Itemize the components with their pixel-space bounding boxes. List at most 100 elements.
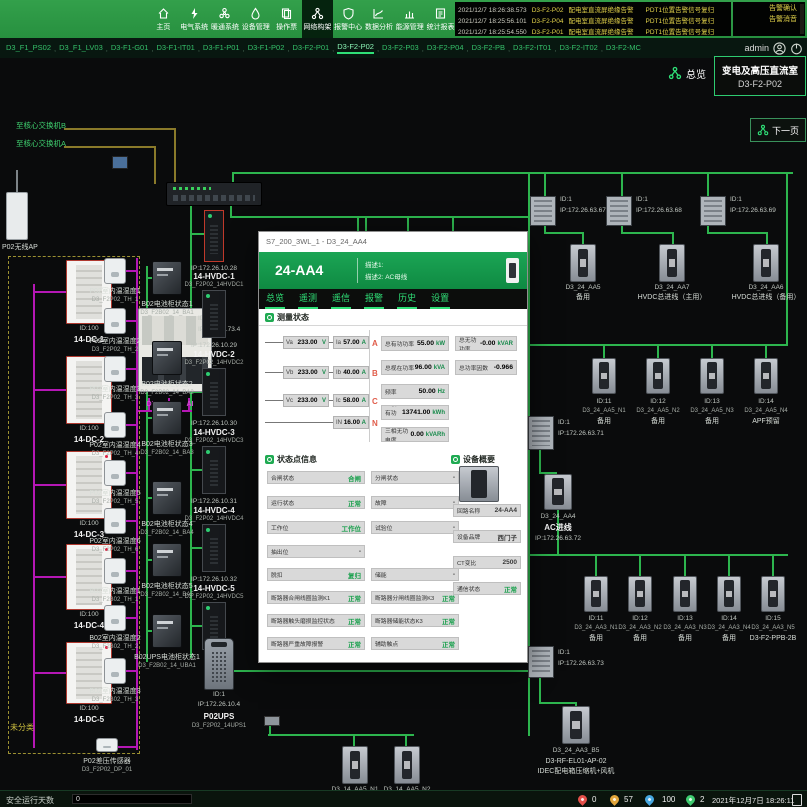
crumb-D3_F1_LV03[interactable]: D3_F1_LV03 <box>59 43 103 53</box>
sensor-D3_F2P02_TH_5[interactable] <box>104 460 126 486</box>
breaker-D3_24_AA3_N1[interactable] <box>584 576 608 612</box>
crumb-D3-F2-IT02[interactable]: D3-F2-IT02 <box>559 43 597 53</box>
nav-item-报警中心[interactable]: 报警中心 <box>333 0 364 38</box>
battery-D3_F2B02_14_BA2[interactable] <box>152 341 182 375</box>
battery-D3_F2B02_14_BA4[interactable] <box>152 481 182 515</box>
crumb-D3_F1_PS02[interactable]: D3_F1_PS02 <box>6 43 51 53</box>
alarm-ticker[interactable]: 2021/12/7 18:26:38.573D3-F2-P02配电室直流屏绝缘告… <box>455 2 731 36</box>
crumb-D3-F2-MC[interactable]: D3-F2-MC <box>606 43 641 53</box>
gateway-IP:172.26.63.73[interactable] <box>528 646 554 678</box>
tab-报警[interactable]: 报警 <box>364 291 384 309</box>
nav-item-暖通系统[interactable]: 暖通系统 <box>210 0 241 38</box>
breaker-D3_24_AA3_B5[interactable] <box>562 706 590 744</box>
sensor-D3_F2P02_TH_2[interactable] <box>104 308 126 334</box>
wireless-ap[interactable] <box>6 192 28 240</box>
ticker-side-button[interactable]: 告警消音 <box>733 13 805 24</box>
nav-item-能源管理[interactable]: 能源管理 <box>394 0 425 38</box>
sensor-D3_F2P02_TH_3[interactable] <box>104 356 126 382</box>
alarm-ticker-side[interactable]: 告警确认告警消音 <box>733 2 805 36</box>
nav-item-网络构架[interactable]: 网络构架 <box>302 0 333 38</box>
tab-历史[interactable]: 历史 <box>397 291 417 309</box>
sensor-D3_F2P02_TH_1[interactable] <box>104 258 126 284</box>
battery-D3_F2B02_14_BA1[interactable] <box>152 261 182 295</box>
crumb-D3-F1-P02[interactable]: D3-F1-P02 <box>248 43 285 53</box>
crumb-separator: , <box>508 44 510 53</box>
metric-unit: Hz <box>438 389 445 395</box>
wire <box>707 232 768 234</box>
ups-D3_F2P02_14UPS1[interactable] <box>204 638 234 690</box>
hvdc-cabinet-14-HVDC-4[interactable] <box>202 524 226 572</box>
battery-D3_F2B02_14_BA5[interactable] <box>152 543 182 577</box>
breaker-D3_24_AA3_N3[interactable] <box>673 576 697 612</box>
tab-总览[interactable]: 总览 <box>265 291 285 309</box>
logout-icon[interactable] <box>790 42 803 55</box>
hvdc-head-cabinet[interactable] <box>204 210 224 262</box>
gateway-IP:172.26.63.67[interactable] <box>530 196 556 226</box>
status-label: 抽出位 <box>271 547 288 556</box>
ticker-scrollbar[interactable] <box>800 4 804 34</box>
alarm-row[interactable]: 2021/12/7 18:25:56.101D3-F2-P04配电室直流屏绝缘告… <box>455 13 731 24</box>
gateway-IP:172.26.63.71[interactable] <box>528 416 554 450</box>
breaker-D3_14_AA5_N1[interactable] <box>342 746 368 784</box>
breaker-D3_24_AA5_N2[interactable] <box>646 358 670 394</box>
sensor-D3_F2B02_TH_3[interactable] <box>104 658 126 684</box>
overview-button[interactable]: 总览 <box>668 62 706 84</box>
sensor-D3_F2P02_DP_01[interactable] <box>96 738 118 752</box>
breaker-D3_24_AA4[interactable] <box>544 474 572 510</box>
breaker-D3_24_AA5[interactable] <box>570 244 596 282</box>
crumb-D3-F2-P02[interactable]: D3-F2-P02 <box>337 42 374 54</box>
nav-item-电气系统[interactable]: 电气系统 <box>179 0 210 38</box>
breaker-D3_24_AA5_N4[interactable] <box>754 358 778 394</box>
current-box: Ic58.00A <box>333 394 369 407</box>
nav-item-统计报表[interactable]: 统计报表 <box>425 0 456 38</box>
sensor-D3_F2P02_TH_4[interactable] <box>104 412 126 438</box>
breaker-D3_24_AA3_N5[interactable] <box>761 576 785 612</box>
crumb-D3-F1-P01[interactable]: D3-F1-P01 <box>203 43 240 53</box>
nav-item-数据分析[interactable]: 数据分析 <box>364 0 395 38</box>
v-label: Vc <box>286 398 293 404</box>
gateway-IP:172.26.63.68[interactable] <box>606 196 632 226</box>
battery-D3_F2B02_14_BA3[interactable] <box>152 401 182 435</box>
core-switch[interactable] <box>166 182 262 206</box>
tab-遥信[interactable]: 遥信 <box>331 291 351 309</box>
battery-D3_F2B02_14_UBA1[interactable] <box>152 614 182 648</box>
sensor-D3_F2B02_TH_2[interactable] <box>104 605 126 631</box>
ups-ip: IP:172.26.10.4 <box>198 702 240 709</box>
sensor-name: P02室内温湿度1 <box>89 288 140 295</box>
nav-item-主页[interactable]: 主页 <box>148 0 179 38</box>
tab-遥测[interactable]: 遥测 <box>298 291 318 309</box>
breaker-D3_24_AA3_N2[interactable] <box>628 576 652 612</box>
alarm-row[interactable]: 2021/12/7 18:26:38.573D3-F2-P02配电室直流屏绝缘告… <box>455 2 731 13</box>
log-icon[interactable] <box>792 794 802 806</box>
nav-item-操作票[interactable]: 操作票 <box>271 0 302 38</box>
alarm-row[interactable]: 2021/12/7 18:25:54.550D3-F2-P01配电室直流屏绝缘告… <box>455 24 731 35</box>
crumb-D3-F1-G01[interactable]: D3-F1-G01 <box>111 43 149 53</box>
room-title-box[interactable]: 变电及高压直流室 D3-F2-P02 <box>714 56 806 96</box>
alarm-pin-icon <box>643 793 656 806</box>
breaker-D3_24_AA5_N3[interactable] <box>700 358 724 394</box>
user-icon[interactable] <box>773 42 786 55</box>
small-module[interactable] <box>112 156 128 169</box>
sensor-D3_F2B02_TH_1[interactable] <box>104 558 126 584</box>
crumb-D3-F2-PB[interactable]: D3-F2-PB <box>472 43 505 53</box>
crumb-D3-F2-P04[interactable]: D3-F2-P04 <box>427 43 464 53</box>
crumb-D3-F2-P03[interactable]: D3-F2-P03 <box>382 43 419 53</box>
crumb-D3-F1-IT01[interactable]: D3-F1-IT01 <box>156 43 194 53</box>
breaker-D3_24_AA3_N4[interactable] <box>717 576 741 612</box>
sensor-D3_F2P02_TH_6[interactable] <box>104 508 126 534</box>
hvdc-cabinet-14-HVDC-3[interactable] <box>202 446 226 494</box>
ticker-side-button[interactable]: 告警确认 <box>733 2 805 13</box>
crumb-D3-F2-IT01[interactable]: D3-F2-IT01 <box>513 43 551 53</box>
next-page-button[interactable]: 下一页 <box>750 118 806 142</box>
nav-item-设备管理[interactable]: 设备管理 <box>240 0 271 38</box>
tab-设置[interactable]: 设置 <box>430 291 450 309</box>
breaker-D3_24_AA6[interactable] <box>753 244 779 282</box>
small-device[interactable] <box>264 716 280 726</box>
hvdc-cabinet-14-HVDC-1[interactable] <box>202 290 226 338</box>
hvdc-cabinet-14-HVDC-2[interactable] <box>202 368 226 416</box>
crumb-D3-F2-P01[interactable]: D3-F2-P01 <box>292 43 329 53</box>
breaker-D3_24_AA7[interactable] <box>659 244 685 282</box>
breaker-D3_24_AA5_N1[interactable] <box>592 358 616 394</box>
gateway-IP:172.26.63.69[interactable] <box>700 196 726 226</box>
breaker-D3_14_AA5_N2[interactable] <box>394 746 420 784</box>
